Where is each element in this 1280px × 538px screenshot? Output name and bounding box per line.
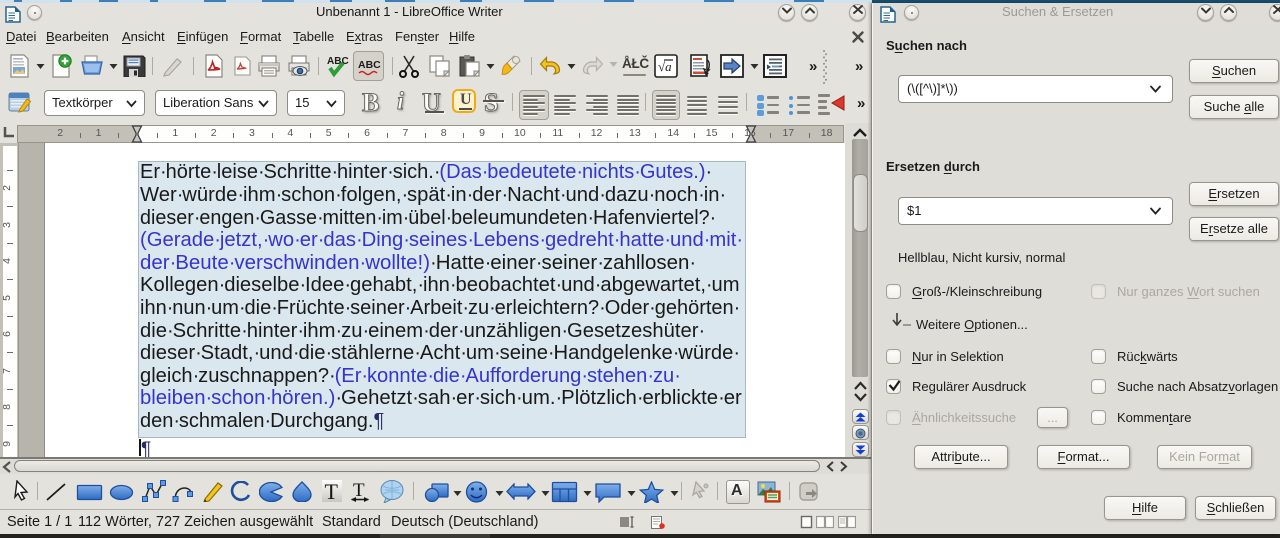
svg-text:√a: √a (658, 59, 672, 74)
svg-text:T: T (325, 480, 339, 502)
svg-text:ABC: ABC (327, 56, 349, 67)
svg-text:ABC: ABC (358, 59, 381, 71)
